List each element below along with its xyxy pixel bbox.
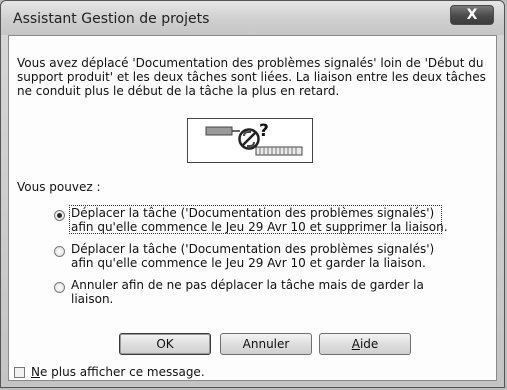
dialog-content: Vous avez déplacé 'Documentation des pro… xyxy=(8,35,497,381)
close-button[interactable]: X xyxy=(450,5,494,25)
no-link-question-icon: ? xyxy=(187,118,313,163)
question-mark: ? xyxy=(259,121,269,141)
help-label-rest: ide xyxy=(359,337,379,351)
option-cancel[interactable]: Annuler afin de ne pas déplacer la tâche… xyxy=(71,278,491,306)
radio-cancel[interactable] xyxy=(54,282,65,293)
option-move-remove-link[interactable]: Déplacer la tâche ('Documentation des pr… xyxy=(71,206,491,234)
option-2-line-2: afin qu'elle commence le Jeu 29 Avr 10 e… xyxy=(71,256,426,270)
dialog-window: Assistant Gestion de projets X Vous avez… xyxy=(0,0,505,388)
option-move-keep-link[interactable]: Déplacer la tâche ('Documentation des pr… xyxy=(71,242,491,270)
checkbox-mnemonic: N xyxy=(31,365,40,379)
window-title: Assistant Gestion de projets xyxy=(13,11,210,27)
title-bar[interactable]: Assistant Gestion de projets X xyxy=(1,1,504,35)
option-2-line-1: Déplacer la tâche ('Documentation des pr… xyxy=(71,242,435,256)
choice-prompt: Vous pouvez : xyxy=(17,180,101,194)
option-3-line-1: Annuler afin de ne pas déplacer la tâche… xyxy=(71,278,424,292)
cancel-button[interactable]: Annuler xyxy=(220,333,312,355)
message-text: Vous avez déplacé 'Documentation des pro… xyxy=(17,56,486,98)
checkbox-label-rest: e plus afficher ce message. xyxy=(39,365,205,379)
dont-show-again-label[interactable]: Ne plus afficher ce message. xyxy=(31,365,205,379)
help-button[interactable]: Aide xyxy=(319,333,411,355)
help-mnemonic: A xyxy=(351,337,360,351)
option-1-line-1: Déplacer la tâche ('Documentation des pr… xyxy=(71,206,435,220)
option-3-line-2: liaison. xyxy=(71,292,114,306)
ok-button[interactable]: OK xyxy=(119,333,211,355)
dont-show-again-checkbox[interactable] xyxy=(14,367,25,378)
option-1-line-2: afin qu'elle commence le Jeu 29 Avr 10 e… xyxy=(71,220,448,234)
close-icon: X xyxy=(466,7,478,23)
radio-move-keep-link[interactable] xyxy=(54,246,65,257)
radio-move-remove-link[interactable] xyxy=(54,210,65,221)
